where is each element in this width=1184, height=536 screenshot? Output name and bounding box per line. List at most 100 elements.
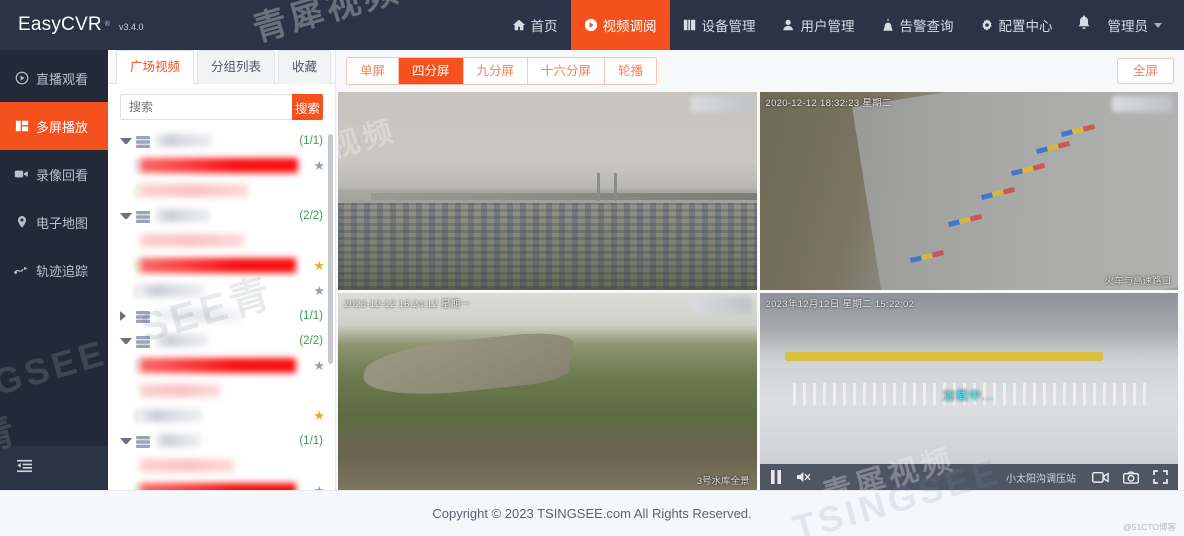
layout-single[interactable]: 单屏 <box>347 58 400 84</box>
video-control-camera-name: 小太阳沟调压站 <box>1006 473 1076 485</box>
tree-channel-node[interactable]: ★ <box>112 353 335 378</box>
layout-sixteen[interactable]: 十六分屏 <box>528 58 606 84</box>
favorite-star-icon[interactable]: ★ <box>313 359 325 372</box>
video-cell-1[interactable]: 视频 <box>338 92 757 290</box>
sidebar-label-live: 直播观看 <box>36 71 89 87</box>
video-scene-highway <box>759 92 1178 290</box>
map-pin-icon <box>14 215 29 229</box>
video-osd-timestamp: 2023年12月12日 星期二 15:22:02 <box>765 298 915 310</box>
layout-nine[interactable]: 九分屏 <box>463 58 529 84</box>
video-cell-4[interactable]: 2023年12月12日 星期二 15:22:02 加载中... 小太阳沟调压站 … <box>759 292 1178 490</box>
redacted-group-name <box>156 334 208 347</box>
tab-favorites[interactable]: 收藏 <box>278 50 332 84</box>
volume-mute-icon[interactable] <box>796 470 812 484</box>
favorite-star-icon[interactable]: ★ <box>313 259 325 272</box>
channel-tree-panel: 广场视频 分组列表 收藏 搜索 (1/1) ★ <box>108 50 336 490</box>
tab-plaza-video[interactable]: 广场视频 <box>116 50 195 84</box>
nav-item-home[interactable]: 首页 <box>499 0 571 50</box>
tree-channel-node[interactable]: ★ <box>112 253 335 278</box>
nav-item-alarm[interactable]: 告警查询 <box>868 0 967 50</box>
video-grid: 视频 2020-12-12 18:32:23 星期二 火车与高速路口 2023-… <box>336 92 1184 490</box>
redacted-group-name <box>156 434 200 447</box>
nav-item-config[interactable]: 配置中心 <box>967 0 1066 50</box>
user-menu[interactable]: 管理员 <box>1108 15 1171 35</box>
redacted-channel-badge <box>690 296 751 313</box>
video-record-icon[interactable] <box>1092 471 1109 484</box>
video-cell-2[interactable]: 2020-12-12 18:32:23 星期二 火车与高速路口 <box>759 92 1178 290</box>
top-header: EasyCVR ® v3.4.0 首页 视频调阅 设备管理 用户管理 告警查询 … <box>0 0 1184 50</box>
nav-label-device: 设备管理 <box>701 19 756 34</box>
redacted-group-name <box>156 309 242 322</box>
nav-label-video: 视频调阅 <box>602 19 657 34</box>
chevron-down-icon[interactable] <box>120 437 132 444</box>
sidebar-collapse-button[interactable] <box>0 446 108 490</box>
tree-channel-node[interactable]: ★ <box>112 403 335 428</box>
redacted-channel-name <box>140 284 204 297</box>
sidebar-item-playback[interactable]: 录像回看 <box>0 150 108 198</box>
redacted-channel-name <box>140 184 248 197</box>
tree-channel-node[interactable] <box>112 178 335 203</box>
tree-channel-node[interactable] <box>112 453 335 478</box>
tree-group-node[interactable]: (2/2) <box>112 203 335 228</box>
redacted-channel-name <box>140 158 298 173</box>
main-content: 单屏 四分屏 九分屏 十六分屏 轮播 全屏 视频 2020-12-12 18:3… <box>336 50 1184 490</box>
chevron-down-icon[interactable] <box>120 212 132 219</box>
tree-scrollbar[interactable] <box>328 134 333 364</box>
sidebar-item-multiscreen[interactable]: 多屏播放 <box>0 102 108 150</box>
nav-item-user[interactable]: 用户管理 <box>769 0 868 50</box>
redacted-channel-name <box>140 409 202 422</box>
alarm-icon <box>881 18 895 32</box>
tree-channel-node[interactable]: ★ <box>112 478 335 490</box>
chevron-right-icon[interactable] <box>120 310 132 321</box>
layout-carousel[interactable]: 轮播 <box>605 58 657 84</box>
tree-channel-node[interactable]: ★ <box>112 278 335 303</box>
expand-icon[interactable] <box>1153 470 1168 484</box>
left-sidebar: 直播观看 多屏播放 录像回看 电子地图 轨迹追踪 NGSEE青 <box>0 50 112 490</box>
chevron-down-icon[interactable] <box>120 137 132 144</box>
nav-item-device[interactable]: 设备管理 <box>670 0 769 50</box>
favorite-star-icon[interactable]: ★ <box>313 409 325 422</box>
multiscreen-icon <box>14 119 29 133</box>
redacted-channel-name <box>140 258 296 273</box>
tree-group-node[interactable]: (1/1) <box>112 128 335 153</box>
video-camera-name: 火车与高速路口 <box>1104 275 1171 287</box>
notification-button[interactable] <box>1066 0 1108 50</box>
video-osd-timestamp: 2020-12-12 18:32:23 星期二 <box>765 98 892 109</box>
sidebar-item-live[interactable]: 直播观看 <box>0 54 108 102</box>
sidebar-item-emap[interactable]: 电子地图 <box>0 198 108 246</box>
tree-group-node[interactable]: (2/2) <box>112 328 335 353</box>
video-camera-name: 3号水库全景 <box>696 476 750 487</box>
camera-icon[interactable] <box>1123 470 1139 484</box>
tree-channel-node[interactable]: ★ <box>112 153 335 178</box>
tree-group-node[interactable]: (1/1) <box>112 428 335 453</box>
redacted-channel-name <box>140 358 296 373</box>
tree-group-node[interactable]: (1/1) <box>112 303 335 328</box>
layout-quad[interactable]: 四分屏 <box>399 58 464 84</box>
fullscreen-button[interactable]: 全屏 <box>1116 58 1174 84</box>
search-button[interactable]: 搜索 <box>292 94 323 120</box>
redacted-channel-badge <box>690 96 751 112</box>
video-cell-3[interactable]: 2023-12-12 16:24:12 星期一 3号水库全景 <box>338 292 757 490</box>
pause-icon[interactable] <box>770 470 782 484</box>
search-input[interactable] <box>120 94 292 120</box>
redacted-channel-name <box>140 234 244 247</box>
redacted-channel-badge <box>1112 96 1172 112</box>
tab-group-list[interactable]: 分组列表 <box>197 50 276 84</box>
sidebar-item-track[interactable]: 轨迹追踪 <box>0 246 108 294</box>
watermark-overlay: 青犀视频 <box>248 0 406 50</box>
chevron-down-icon[interactable] <box>120 337 132 344</box>
favorite-star-icon[interactable]: ★ <box>313 284 325 297</box>
page-footer: Copyright © 2023 TSINGSEE.com All Rights… <box>0 450 1184 536</box>
brand-version: v3.4.0 <box>118 22 144 32</box>
redacted-channel-name <box>140 459 234 472</box>
favorite-star-icon[interactable]: ★ <box>313 159 325 172</box>
tree-channel-node[interactable] <box>112 378 335 403</box>
top-navigation: 首页 视频调阅 设备管理 用户管理 告警查询 配置中心 管理员 <box>499 0 1184 50</box>
device-tree[interactable]: (1/1) ★ (2/2) ★ ★ (1/1) (2/2) ★ ★ (1/1) <box>108 128 335 490</box>
nav-item-video[interactable]: 视频调阅 <box>570 0 670 50</box>
layout-button-group: 单屏 四分屏 九分屏 十六分屏 轮播 <box>346 57 658 85</box>
brand-logo[interactable]: EasyCVR ® v3.4.0 <box>0 14 143 36</box>
group-icon <box>136 335 150 348</box>
tree-channel-node[interactable] <box>112 228 335 253</box>
track-icon <box>14 263 29 277</box>
